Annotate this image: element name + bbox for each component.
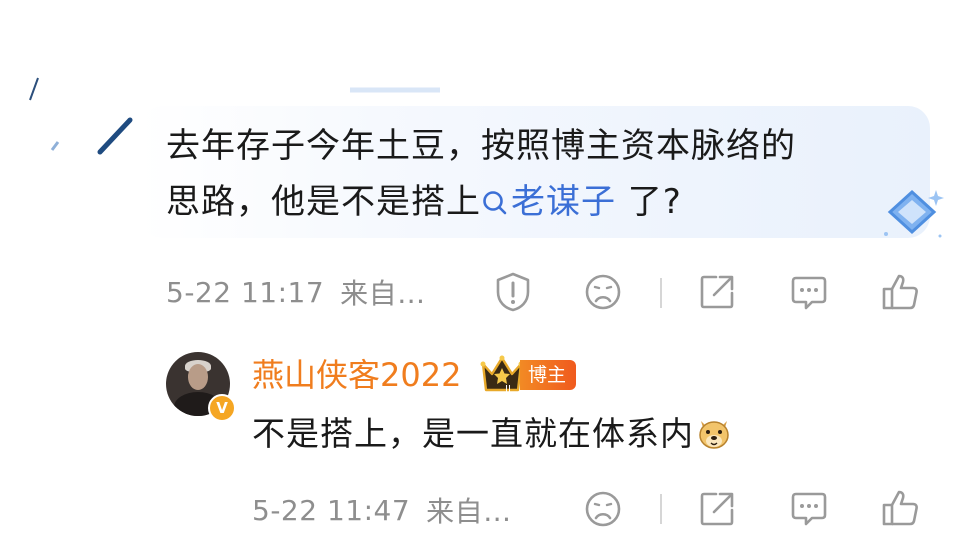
crown-level-icon: II — [480, 355, 524, 394]
comment-icon[interactable] — [790, 274, 828, 312]
comment-time: 5-22 11:17 — [166, 275, 325, 309]
reply-time: 5-22 11:47 — [252, 493, 411, 527]
comment-line-2-suffix: 了? — [616, 182, 682, 222]
avatar-face — [188, 364, 208, 390]
reply-dislike-icon[interactable] — [584, 490, 622, 528]
reply-action-divider — [660, 494, 662, 524]
doge-emoji-icon — [699, 421, 729, 449]
report-icon[interactable] — [494, 272, 532, 312]
blogger-tag: 博主 — [520, 360, 577, 390]
reply-text-body: 不是搭上，是一直就在体系内 — [252, 414, 694, 453]
comment-meta: 5-22 11:17 来自… — [166, 270, 426, 314]
reply-share-icon[interactable] — [698, 490, 736, 528]
reply-source[interactable]: 来自… — [426, 490, 512, 530]
level-badge-text: II — [505, 384, 511, 394]
reply-username[interactable]: 燕山侠客2022 — [252, 350, 461, 396]
reply-text: 不是搭上，是一直就在体系内 — [252, 410, 732, 458]
like-icon[interactable] — [880, 272, 920, 312]
comment-text: 去年存子今年土豆，按照博主资本脉络的 思路，他是不是搭上 老谋子 了? — [166, 118, 906, 230]
comment-line-2: 思路，他是不是搭上 老谋子 了? — [166, 174, 906, 230]
search-icon — [483, 191, 507, 215]
topic-link[interactable]: 老谋子 — [481, 182, 616, 222]
reply-meta: 5-22 11:47 来自… — [252, 488, 512, 532]
action-divider — [660, 278, 662, 308]
share-icon[interactable] — [698, 273, 736, 311]
comment-line-1: 去年存子今年土豆，按照博主资本脉络的 — [166, 126, 796, 166]
reply-comment-icon[interactable] — [790, 490, 828, 528]
comment-line-2-prefix: 思路，他是不是搭上 — [166, 182, 481, 222]
dislike-icon[interactable] — [584, 273, 622, 311]
reply-like-icon[interactable] — [880, 488, 920, 528]
verified-badge-icon: V — [208, 394, 236, 422]
comment-source[interactable]: 来自… — [340, 272, 426, 312]
diamond-badge-icon — [884, 189, 944, 238]
topic-link-label: 老谋子 — [511, 182, 616, 222]
